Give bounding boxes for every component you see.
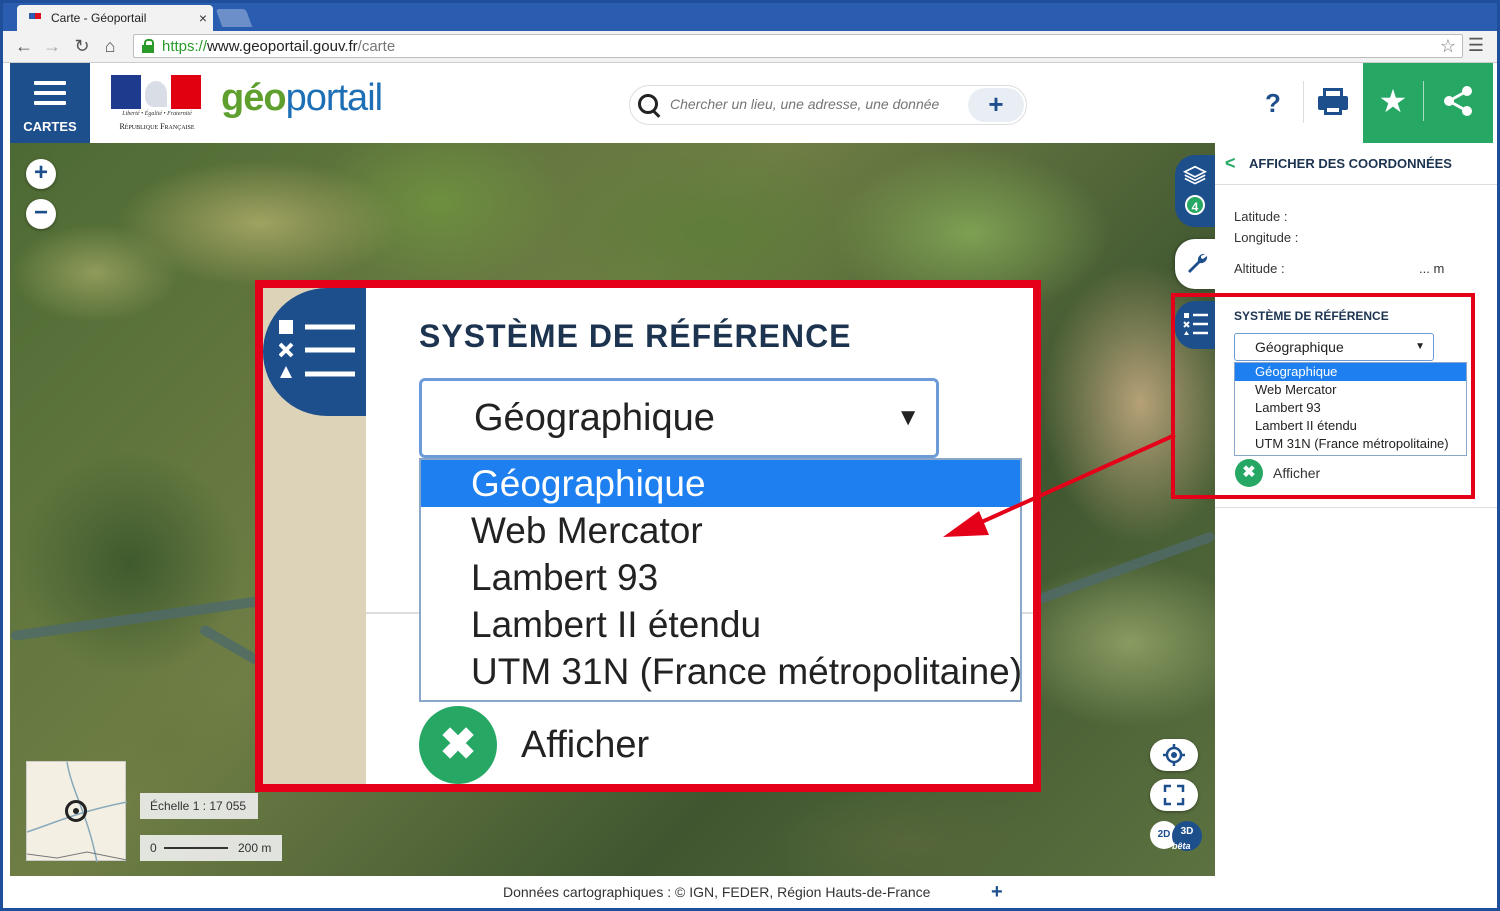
browser-toolbar: ← → ↻ ⌂ https://www.geoportail.gouv.fr/c… (3, 31, 1497, 63)
zoom-reference-option: Lambert II étendu (471, 604, 762, 645)
logo-part-1: g (221, 77, 244, 119)
favorite-star-icon[interactable]: ★ (1373, 79, 1413, 123)
layers-count-badge: 4 (1185, 195, 1205, 215)
geoportail-logo[interactable]: géoportail (221, 77, 383, 120)
rf-name: République Française (119, 122, 195, 131)
home-icon[interactable]: ⌂ (99, 35, 121, 57)
cartes-menu-button[interactable]: CARTES (10, 63, 90, 143)
geoportail-favicon-icon (29, 11, 45, 25)
cartes-label: CARTES (23, 119, 77, 134)
reload-icon[interactable]: ↻ (71, 35, 93, 57)
latitude-label: Latitude : (1234, 209, 1288, 224)
address-bar[interactable]: https://www.geoportail.gouv.fr/carte ☆ ☰ (133, 34, 1484, 58)
tools-tab[interactable] (1175, 239, 1215, 289)
zoom-reference-options: Géographique Web Mercator Lambert 93 Lam… (419, 458, 1022, 702)
zoom-reference-option: Lambert 93 (471, 557, 659, 598)
scale-end: 200 m (238, 841, 272, 855)
panel-title: AFFICHER DES COORDONNÉES (1249, 156, 1452, 171)
overview-minimap[interactable] (26, 761, 127, 862)
zoom-afficher: ✖ Afficher (419, 702, 819, 784)
more-credits-plus-icon[interactable]: + (991, 881, 1003, 904)
layers-icon (1182, 165, 1208, 185)
zoom-afficher-label: Afficher (521, 724, 650, 766)
zoom-reference-title: SYSTÈME DE RÉFÉRENCE (419, 318, 852, 354)
altitude-value: ... m (1419, 261, 1445, 276)
url-host: www.geoportail.gouv.fr (207, 37, 358, 55)
altitude-label: Altitude : (1234, 261, 1285, 276)
dropdown-caret-icon: ▼ (896, 404, 920, 431)
browser-tab[interactable]: Carte - Géoportail × (17, 5, 213, 31)
scale-line (164, 847, 228, 849)
layers-tab[interactable]: 4 (1175, 155, 1215, 227)
scale-label: Échelle 1 : 17 055 (140, 793, 258, 819)
logo-part-2: éo (243, 77, 286, 119)
longitude-label: Longitude : (1234, 230, 1299, 245)
republique-francaise-logo: Liberté • Égalité • Fraternité Républiqu… (109, 75, 205, 133)
app-header: CARTES Liberté • Égalité • Fraternité Ré… (3, 63, 1497, 143)
rf-motto: Liberté • Égalité • Fraternité (122, 111, 192, 117)
search-bar: + (629, 85, 1027, 125)
scale-bar: 0 200 m (140, 835, 282, 861)
scale-start: 0 (150, 841, 157, 855)
locate-target-icon (1163, 744, 1185, 766)
panel-header: < AFFICHER DES COORDONNÉES (1215, 143, 1497, 185)
fullscreen-button[interactable] (1150, 779, 1198, 811)
share-icon[interactable] (1433, 79, 1483, 123)
print-icon[interactable] (1315, 85, 1351, 121)
crosshair-icon (65, 800, 87, 822)
lock-icon (142, 39, 154, 53)
marianne-flag-icon (111, 75, 201, 109)
close-x-icon: ✖ (419, 706, 497, 784)
zoom-reference-option: Géographique (421, 460, 1020, 507)
zoom-reference-option: UTM 31N (France métropolitaine) (471, 651, 1023, 692)
action-buttons-group: ★ (1363, 63, 1493, 143)
help-button[interactable]: ? (1253, 83, 1293, 123)
zoom-divider (366, 612, 422, 614)
search-icon[interactable] (638, 94, 660, 116)
zoom-reference-select: Géographique ▼ (419, 378, 939, 458)
zoom-out-button[interactable]: − (26, 199, 56, 229)
beta-label: bêta (1172, 841, 1191, 851)
river (10, 594, 270, 642)
view-mode-toggle[interactable]: 2D 3D bêta (1150, 821, 1204, 855)
footer: Données cartographiques : © IGN, FEDER, … (3, 876, 1497, 908)
hamburger-icon (34, 81, 66, 105)
forward-arrow-icon[interactable]: → (41, 35, 63, 57)
url-path: /carte (357, 37, 396, 55)
back-arrow-icon[interactable]: ← (13, 35, 35, 57)
wrench-icon (1185, 251, 1209, 282)
search-input[interactable] (670, 96, 960, 112)
panel-divider (1215, 507, 1497, 508)
list-icon (279, 320, 355, 378)
bookmark-star-icon[interactable]: ☆ (1440, 36, 1456, 57)
highlight-box (1171, 293, 1475, 499)
url-scheme: https:// (162, 37, 208, 55)
header-divider (1423, 81, 1424, 121)
browser-menu-icon[interactable]: ☰ (1468, 35, 1484, 56)
zoom-in-button[interactable]: + (26, 159, 56, 189)
map-credits: Données cartographiques : © IGN, FEDER, … (503, 884, 931, 900)
coordinates-panel: < AFFICHER DES COORDONNÉES Latitude : Lo… (1215, 143, 1497, 876)
river (1034, 530, 1215, 606)
zoom-reference-option: Web Mercator (471, 510, 703, 551)
geolocate-button[interactable] (1150, 739, 1198, 771)
zoom-reference-selected: Géographique (474, 397, 715, 439)
logo-part-3: portail (285, 77, 383, 119)
header-divider (1303, 81, 1304, 123)
zoomed-reference-callout: SYSTÈME DE RÉFÉRENCE Géographique ▼ Géog… (255, 280, 1041, 792)
browser-tab-bar: Carte - Géoportail × (3, 3, 1497, 31)
tab-title: Carte - Géoportail (51, 11, 147, 25)
back-chevron-icon[interactable]: < (1225, 153, 1236, 174)
browser-window: Carte - Géoportail × ← → ↻ ⌂ https://www… (0, 0, 1500, 911)
advanced-search-plus-button[interactable]: + (968, 88, 1024, 122)
new-tab-button[interactable] (215, 9, 253, 27)
tab-close-icon[interactable]: × (193, 10, 213, 26)
fullscreen-icon (1163, 784, 1185, 806)
